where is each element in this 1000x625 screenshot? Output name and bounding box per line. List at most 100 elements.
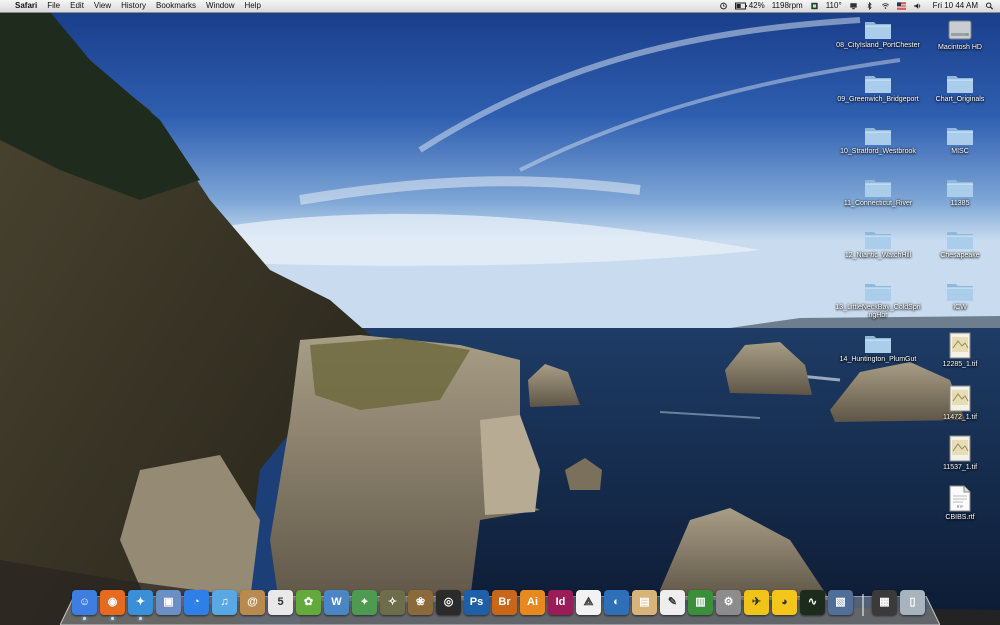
battery-icon[interactable] <box>734 0 747 12</box>
folder-icon <box>947 180 973 197</box>
desktop-icon-folder[interactable]: ICW <box>914 280 1000 312</box>
dock-trash-icon[interactable]: ▯ <box>900 590 925 615</box>
spotlight-icon[interactable] <box>985 0 994 12</box>
google-earth-icon: ◐ <box>613 596 620 608</box>
desktop-icon-folder[interactable]: 14_Huntington_PlumGut <box>832 332 924 364</box>
trash-icon: ▯ <box>909 596 916 608</box>
iphoto-icon: ❀ <box>415 596 426 608</box>
menu-history[interactable]: History <box>121 0 146 12</box>
rtf-document-icon: RTF <box>949 485 971 512</box>
textedit-icon: ✎ <box>667 596 678 608</box>
menu-file[interactable]: File <box>47 0 60 12</box>
dock-preview-icon[interactable]: ▣ <box>156 590 181 615</box>
dock-photoshop-icon[interactable]: Ps <box>464 590 489 615</box>
finder-icon: ☺ <box>78 596 91 608</box>
desktop-icon-folder[interactable]: 12_Niantic_WatchHill <box>832 228 924 260</box>
dock-rubber-duck-icon[interactable]: ◕ <box>772 590 797 615</box>
menu-bar-clock[interactable]: Fri 10 44 AM <box>933 0 978 12</box>
dock-ichat-icon[interactable]: ◔ <box>184 590 209 615</box>
dock-ical-icon[interactable]: 5 <box>268 590 293 615</box>
desktop-icon-folder[interactable]: 10_Stratford_Westbrook <box>832 124 924 156</box>
dock-coda-icon[interactable]: ✿ <box>296 590 321 615</box>
menu-view[interactable]: View <box>94 0 111 12</box>
dock-acrobat-icon[interactable]: ⟁ <box>576 590 601 615</box>
input-flag-icon[interactable] <box>896 0 906 12</box>
desktop-icon-folder[interactable]: 13_LittleNeckBay_ColdSpringHbr <box>832 280 924 320</box>
dock-indesign-icon[interactable]: Id <box>548 590 573 615</box>
running-indicator <box>83 617 86 620</box>
desktop-icon-folder[interactable]: 08_CityIsland_PortChester <box>832 18 924 50</box>
running-indicator <box>139 617 142 620</box>
volume-icon[interactable] <box>913 0 922 12</box>
dock-firefox-icon[interactable]: ◉ <box>100 590 125 620</box>
illustrator-icon: Ai <box>527 596 538 608</box>
desktop-icon-folder[interactable]: MISC <box>914 124 1000 156</box>
desktop-icon-folder[interactable]: 11385 <box>914 176 1000 208</box>
menu-window[interactable]: Window <box>206 0 234 12</box>
folder-icon <box>865 22 891 39</box>
dock-bridge-icon[interactable]: Br <box>492 590 517 615</box>
desktop-icon-label: 13_LittleNeckBay_ColdSpringHbr <box>835 304 921 319</box>
dock-finder-icon[interactable]: ☺ <box>72 590 97 620</box>
image-file-icon <box>949 385 971 412</box>
ical-icon: 5 <box>277 596 284 608</box>
desktop-icon-label: Chart_Originals <box>935 96 985 103</box>
dock-cyberduck-bird-icon[interactable]: ✈ <box>744 590 769 615</box>
dock-textwrangler-icon[interactable]: W <box>324 590 349 615</box>
temperature-readout[interactable]: 110° <box>826 0 842 12</box>
app-menu-safari[interactable]: Safari <box>15 0 37 12</box>
dock-safari-icon[interactable]: ✦ <box>128 590 153 620</box>
dock-system-preferences-icon[interactable]: ⚙ <box>716 590 741 615</box>
desktop-icon-image[interactable]: 11472_1.tif <box>914 385 1000 422</box>
dock-address-book-icon[interactable]: @ <box>240 590 265 615</box>
desktop-icon-drive[interactable]: Macintosh HD <box>914 18 1000 52</box>
stack-folder-icon: ▦ <box>879 596 890 608</box>
desktop-icon-folder[interactable]: 09_Greenwich_Bridgeport <box>832 72 924 104</box>
dock-itunes-icon[interactable]: ♫ <box>212 590 237 615</box>
folder-icon <box>947 232 973 249</box>
dock-compass-app-icon[interactable]: ✧ <box>380 590 405 615</box>
time-machine-icon[interactable] <box>719 0 728 12</box>
desktop-icon-image[interactable]: 12285_1.tif <box>914 332 1000 369</box>
menu-edit[interactable]: Edit <box>70 0 84 12</box>
cpu-monitor-icon[interactable] <box>810 0 819 12</box>
menu-help[interactable]: Help <box>244 0 260 12</box>
dock-google-earth-icon[interactable]: ◐ <box>604 590 629 615</box>
bluetooth-icon[interactable] <box>865 0 874 12</box>
dock-activity-monitor-icon[interactable]: ∿ <box>800 590 825 615</box>
dock-stack-folder-icon[interactable]: ▦ <box>872 590 897 615</box>
folder-icon <box>865 180 891 197</box>
preview-icon: ▣ <box>163 596 174 608</box>
folder-icon <box>865 76 891 93</box>
folder-icon <box>947 128 973 145</box>
desktop-icon-folder[interactable]: Chart_Originals <box>914 72 1000 104</box>
dock-photo-booth-icon[interactable]: ▥ <box>688 590 713 615</box>
dock-aperture-icon[interactable]: ◎ <box>436 590 461 615</box>
desktop-icon-label: ICW <box>953 304 967 311</box>
desktop-icon-folder[interactable]: 11_Connecticut_River <box>832 176 924 208</box>
textwrangler-icon: W <box>331 596 342 608</box>
indesign-icon: Id <box>555 596 566 608</box>
dock-iphoto-icon[interactable]: ❀ <box>408 590 433 615</box>
fan-speed-readout[interactable]: 1198rpm <box>772 0 803 12</box>
cyberduck-bird-icon: ✈ <box>751 596 762 608</box>
acrobat-icon: ⟁ <box>583 596 594 608</box>
folder-icon <box>865 336 891 353</box>
desktop-icon-label: 14_Huntington_PlumGut <box>839 356 917 363</box>
desktop-icon-folder[interactable]: Chesapeake <box>914 228 1000 260</box>
desktop-icon-document[interactable]: RTF CBIBS.rtf <box>914 485 1000 522</box>
menu-bar-left: Safari File Edit View History Bookmarks … <box>6 0 271 12</box>
folder-icon <box>947 76 973 93</box>
dock-illustrator-icon[interactable]: Ai <box>520 590 545 615</box>
dock-textedit-icon[interactable]: ✎ <box>660 590 685 615</box>
menu-bookmarks[interactable]: Bookmarks <box>156 0 196 12</box>
dock-archive-utility-icon[interactable]: ▤ <box>632 590 657 615</box>
activity-monitor-icon: ∿ <box>807 596 818 608</box>
dock-photos-slideshow-icon[interactable]: ▧ <box>828 590 853 615</box>
display-icon[interactable] <box>849 0 858 12</box>
desktop-icon-label: CBIBS.rtf <box>945 514 975 521</box>
desktop-icon-image[interactable]: 11537_1.tif <box>914 435 1000 472</box>
dock-chart-app-icon[interactable]: ⌖ <box>352 590 377 615</box>
desktop-icon-label: 11_Connecticut_River <box>843 200 913 207</box>
wifi-icon[interactable] <box>881 0 890 12</box>
